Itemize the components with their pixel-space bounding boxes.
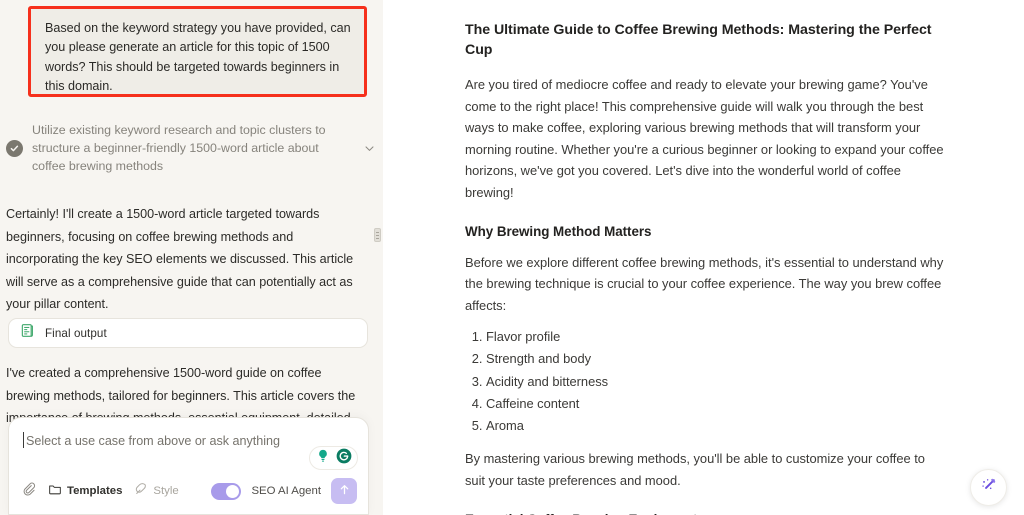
chat-panel: Based on the keyword strategy you have p… (0, 0, 383, 515)
document-panel: The Ultimate Guide to Coffee Brewing Met… (383, 0, 1024, 515)
attach-file-button[interactable] (22, 482, 36, 501)
chat-scrollbar-thumb[interactable] (374, 228, 381, 242)
final-output-label: Final output (45, 326, 107, 340)
message-composer[interactable]: Select a use case from above or ask anyt… (8, 417, 369, 515)
text-caret (23, 432, 24, 448)
document-report-icon (20, 323, 35, 343)
templates-button[interactable]: Templates (48, 482, 122, 501)
document-intro-paragraph: Are you tired of mediocre coffee and rea… (465, 77, 944, 200)
list-item: Acidity and bitterness (486, 371, 947, 393)
seo-ai-agent-toggle[interactable] (211, 482, 242, 500)
paperclip-icon (22, 482, 36, 501)
user-prompt-bubble: Based on the keyword strategy you have p… (31, 9, 364, 94)
task-row[interactable]: Utilize existing keyword research and to… (6, 122, 377, 175)
folder-icon (48, 482, 62, 501)
lightbulb-icon[interactable] (314, 447, 332, 470)
style-button[interactable]: Style (134, 482, 179, 501)
user-prompt-text: Based on the keyword strategy you have p… (45, 21, 351, 94)
magic-wand-fab[interactable] (970, 469, 1007, 506)
templates-label: Templates (67, 485, 123, 497)
style-label: Style (153, 485, 179, 497)
document-title: The Ultimate Guide to Coffee Brewing Met… (465, 22, 932, 58)
list-item: Caffeine content (486, 393, 947, 415)
check-circle-icon (6, 140, 23, 158)
list-item: Flavor profile (486, 326, 947, 348)
send-button[interactable] (331, 478, 357, 504)
list-item: Aroma (486, 415, 947, 437)
grammarly-g-icon[interactable] (335, 447, 353, 470)
section-heading-essential-coffee-brewing-equipment: Essential Coffee Brewing Equipment (465, 510, 947, 515)
section-heading-why-brewing-method-matters: Why Brewing Method Matters (465, 223, 652, 239)
arrow-up-icon (337, 482, 352, 500)
seo-ai-agent-label: SEO AI Agent (251, 485, 321, 497)
section1-closing-paragraph: By mastering various brewing methods, yo… (465, 451, 925, 488)
assistant-message-1: Certainly! I'll create a 1500-word artic… (6, 207, 354, 312)
app-root: Based on the keyword strategy you have p… (0, 0, 1024, 515)
magic-wand-icon (979, 476, 998, 500)
brewing-effects-list: Flavor profile Strength and body Acidity… (465, 326, 947, 436)
document-content: The Ultimate Guide to Coffee Brewing Met… (465, 20, 947, 515)
composer-tool-cluster[interactable] (309, 446, 358, 470)
task-description: Utilize existing keyword research and to… (32, 123, 326, 173)
composer-placeholder: Select a use case from above or ask anyt… (26, 434, 280, 448)
composer-toolbar: Templates Style SEO AI Agent (22, 477, 357, 505)
section1-paragraph: Before we explore different coffee brewi… (465, 254, 944, 313)
list-item: Strength and body (486, 348, 947, 370)
feather-icon (134, 482, 148, 501)
final-output-card[interactable]: Final output (8, 318, 368, 348)
chevron-down-icon[interactable] (361, 141, 377, 157)
